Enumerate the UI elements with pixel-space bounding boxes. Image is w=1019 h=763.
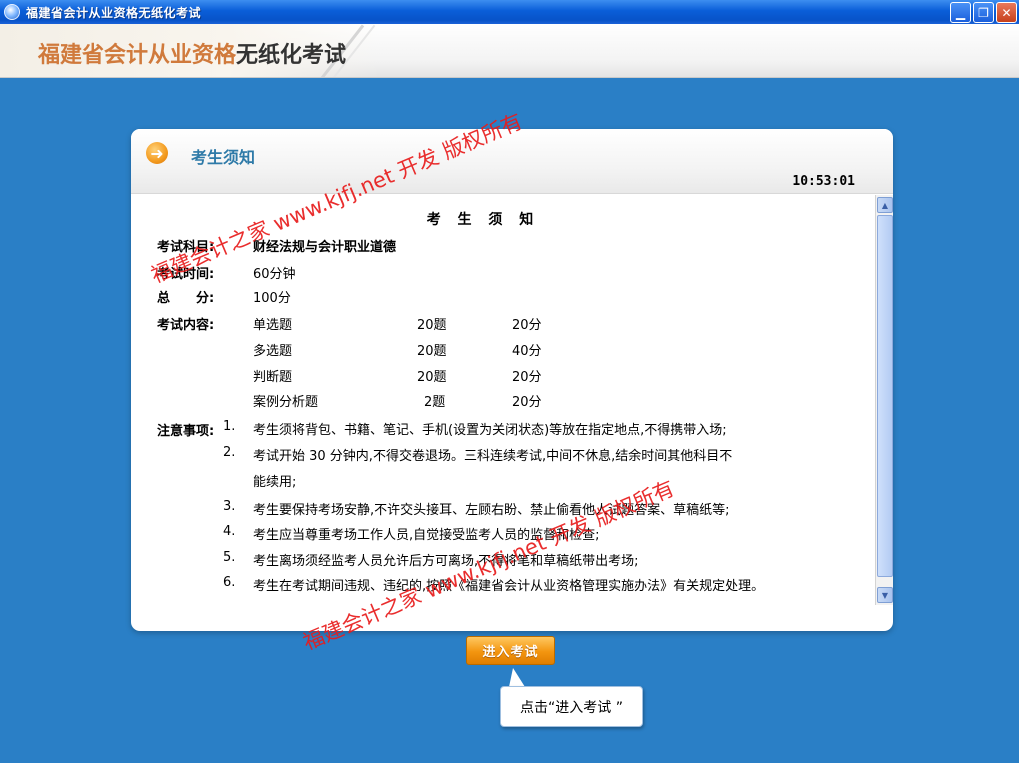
exam-clock: 10:53:01 <box>792 174 855 189</box>
scroll-down-arrow-icon[interactable]: ▼ <box>877 587 893 603</box>
minimize-button[interactable]: ▁ <box>950 2 971 23</box>
question-count: 2题 <box>424 395 446 410</box>
question-type: 单选题 <box>253 318 293 333</box>
enter-exam-button[interactable]: 进入考试 <box>466 636 555 665</box>
question-score: 40分 <box>512 344 542 359</box>
header-title: 福建省会计从业资格无纸化考试 <box>38 37 346 69</box>
question-type: 判断题 <box>253 370 293 385</box>
close-button[interactable]: ✕ <box>996 2 1017 23</box>
note-number: 1. <box>223 419 236 434</box>
content-scrollbar[interactable]: ▲ ▼ <box>875 195 893 605</box>
question-score: 20分 <box>512 318 542 333</box>
note-number: 3. <box>223 499 236 514</box>
callout-pointer <box>509 668 525 687</box>
question-count: 20题 <box>417 344 447 359</box>
note-number: 4. <box>223 524 236 539</box>
app-icon <box>4 4 20 20</box>
question-score: 20分 <box>512 370 542 385</box>
note-text: 能续用; <box>253 475 297 490</box>
header-banner: 福建省会计从业资格无纸化考试 <box>0 24 1019 78</box>
note-item: 4. 考生应当尊重考场工作人员,自觉接受监考人员的监督和检查; <box>223 524 600 543</box>
note-text: 考试开始 30 分钟内,不得交卷退场。三科连续考试,中间不休息,结余时间其他科目… <box>253 449 733 464</box>
window-title: 福建省会计从业资格无纸化考试 <box>26 5 202 20</box>
restore-button[interactable]: ❐ <box>973 2 994 23</box>
time-label: 考试时间: <box>157 267 215 282</box>
header-title-part2: 无纸化考试 <box>236 43 347 68</box>
note-text: 考生要保持考场安静,不许交头接耳、左顾右盼、禁止偷看他人试题答案、草稿纸等; <box>253 503 730 518</box>
window-titlebar[interactable]: 福建省会计从业资格无纸化考试 ▁ ❐ ✕ <box>0 0 1019 24</box>
time-value: 60分钟 <box>253 267 296 282</box>
note-item: 5. 考生离场须经监考人员允许后方可离场,不得将笔和草稿纸带出考场; <box>223 550 639 569</box>
note-item: 3. 考生要保持考场安静,不许交头接耳、左顾右盼、禁止偷看他人试题答案、草稿纸等… <box>223 499 730 518</box>
note-item: 6. 考生在考试期间违规、违纪的,按照《福建省会计从业资格管理实施办法》有关规定… <box>223 575 765 594</box>
question-count: 20题 <box>417 370 447 385</box>
question-type: 多选题 <box>253 344 293 359</box>
note-text: 考生须将背包、书籍、笔记、手机(设置为关闭状态)等放在指定地点,不得携带入场; <box>253 423 727 438</box>
scroll-up-arrow-icon[interactable]: ▲ <box>877 197 893 213</box>
note-item: 能续用; <box>253 471 296 490</box>
notes-label: 注意事项: <box>157 424 215 439</box>
subject-value: 财经法规与会计职业道德 <box>253 240 397 255</box>
arrow-right-icon: ➜ <box>146 142 168 164</box>
panel-title: 考生须知 <box>191 148 256 167</box>
note-item: 2. 考试开始 30 分钟内,不得交卷退场。三科连续考试,中间不休息,结余时间其… <box>223 445 733 464</box>
content-label: 考试内容: <box>157 318 215 333</box>
subject-label: 考试科目: <box>157 240 215 255</box>
note-text: 考生离场须经监考人员允许后方可离场,不得将笔和草稿纸带出考场; <box>253 554 639 569</box>
notice-heading: 考 生 须 知 <box>426 212 540 228</box>
hint-callout: 点击“进入考试 ” <box>500 686 643 727</box>
note-number: 2. <box>223 445 236 460</box>
note-text: 考生在考试期间违规、违纪的,按照《福建省会计从业资格管理实施办法》有关规定处理。 <box>253 579 765 594</box>
note-item: 1. 考生须将背包、书籍、笔记、手机(设置为关闭状态)等放在指定地点,不得携带入… <box>223 419 727 438</box>
question-score: 20分 <box>512 395 542 410</box>
score-value: 100分 <box>253 291 291 306</box>
header-title-part1: 福建省会计从业资格 <box>38 43 237 68</box>
question-count: 20题 <box>417 318 447 333</box>
panel-header: ➜ 考生须知 10:53:01 <box>131 129 893 194</box>
note-number: 6. <box>223 575 236 590</box>
note-text: 考生应当尊重考场工作人员,自觉接受监考人员的监督和检查; <box>253 528 600 543</box>
notice-panel: ➜ 考生须知 10:53:01 考 生 须 知 考试科目: 财经法规与会计职业道… <box>131 129 893 631</box>
question-type: 案例分析题 <box>253 395 319 410</box>
score-label: 总 分: <box>157 291 215 306</box>
note-number: 5. <box>223 550 236 565</box>
notice-content[interactable]: 考 生 须 知 考试科目: 财经法规与会计职业道德 考试时间: 60分钟 总 分… <box>131 195 875 605</box>
window-controls: ▁ ❐ ✕ <box>950 2 1017 23</box>
scroll-thumb[interactable] <box>877 215 893 577</box>
